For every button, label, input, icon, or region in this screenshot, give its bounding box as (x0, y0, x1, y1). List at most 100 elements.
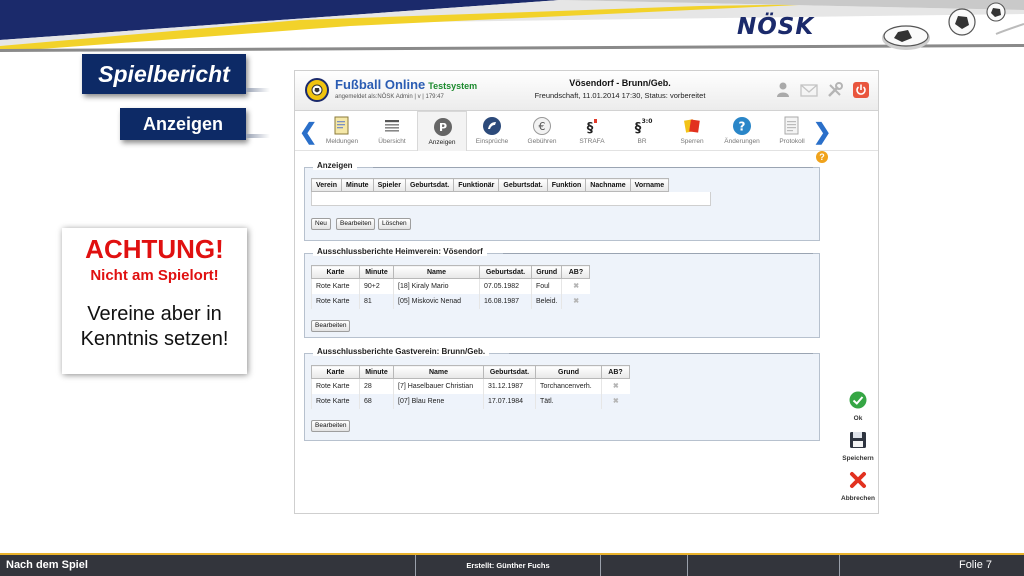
cell-karte: Rote Karte (311, 378, 360, 394)
nav-item-einsprueche[interactable]: Einsprüche (467, 111, 517, 151)
col-geburtsdat[interactable]: Geburtsdat. (479, 265, 532, 279)
nav-item-br[interactable]: § 3:0 BR (617, 111, 667, 151)
legend-line (373, 167, 813, 168)
cell-name: [7] Haselbauer Christian (393, 378, 484, 394)
save-button[interactable]: Speichern (836, 431, 880, 462)
nav-item-aenderungen[interactable]: ? Änderungen (717, 111, 767, 151)
col-grund[interactable]: Grund (530, 265, 563, 279)
nav-item-protokoll[interactable]: Protokoll (767, 111, 817, 151)
nosk-logo: NÖSK (737, 14, 815, 40)
cell-name: [07] Blau Rene (393, 393, 484, 409)
nav-item-anzeigen[interactable]: P Anzeigen (417, 111, 467, 151)
close-icon[interactable]: ✖ (561, 293, 590, 309)
footer-divider (687, 555, 688, 576)
legend-line (503, 253, 813, 254)
col-karte[interactable]: Karte (311, 265, 360, 279)
cell-minute: 28 (359, 378, 394, 394)
close-icon (850, 472, 866, 488)
close-icon[interactable]: ✖ (561, 278, 590, 294)
col-name[interactable]: Name (393, 365, 484, 379)
cell-geburtsdat: 17.07.1984 (483, 393, 536, 409)
table-header-row: Karte Minute Name Geburtsdat. Grund AB? (311, 365, 630, 379)
col-geburtsdat[interactable]: Geburtsdat. (404, 178, 455, 192)
col-funktion[interactable]: Funktion (546, 178, 587, 192)
floppy-disk-icon (850, 432, 866, 448)
heim-edit-button[interactable]: Bearbeiten (311, 320, 351, 332)
svg-text:§: § (587, 121, 594, 136)
cancel-button[interactable]: Abbrechen (836, 471, 880, 502)
title-underline-decoration (246, 88, 270, 92)
gast-legend: Ausschlussberichte Gastverein: Brunn/Geb… (313, 347, 490, 356)
cell-grund: Tätl. (535, 393, 602, 409)
anzeigen-legend: Anzeigen (313, 161, 357, 170)
col-minute[interactable]: Minute (341, 178, 374, 192)
col-minute[interactable]: Minute (359, 365, 394, 379)
save-label: Speichern (842, 455, 874, 462)
edit-button[interactable]: Bearbeiten (336, 218, 376, 230)
new-button[interactable]: Neu (311, 218, 331, 230)
nav-label: Einsprüche (475, 138, 509, 145)
col-geburtsdat[interactable]: Geburtsdat. (483, 365, 536, 379)
col-grund[interactable]: Grund (535, 365, 602, 379)
nav-item-sperren[interactable]: Sperren (667, 111, 717, 151)
paragraph-ratio-icon: § 3:0 (635, 118, 653, 136)
user-info: angemeldet als:NÖSK Admin | v | 179:47 (335, 94, 444, 100)
col-verein[interactable]: Verein (310, 178, 343, 192)
cell-minute: 90+2 (359, 278, 394, 294)
table-row[interactable]: Rote Karte 81 [05] Miskovic Nenad 16.08.… (311, 293, 590, 309)
nav-label: Meldungen (325, 138, 359, 145)
ok-button[interactable]: Ok (836, 391, 880, 422)
cell-grund: Beleid. (530, 293, 562, 309)
delete-button[interactable]: Löschen (378, 218, 411, 230)
cancel-label: Abbrechen (841, 495, 875, 502)
nav-next-icon[interactable]: ❯ (813, 119, 831, 145)
nav-item-gebuehren[interactable]: € Gebühren (517, 111, 567, 151)
col-ab[interactable]: AB? (601, 365, 630, 379)
table-row[interactable]: Rote Karte 28 [7] Haselbauer Christian 3… (311, 378, 630, 394)
app-window: Fußball Online Testsystem angemeldet als:… (294, 70, 879, 514)
footer-author: Erstellt: Günther Fuchs (466, 561, 550, 570)
col-minute[interactable]: Minute (359, 265, 394, 279)
nav-label: Anzeigen (428, 139, 456, 146)
tools-icon[interactable] (826, 81, 844, 99)
help-circle-icon: ? (733, 117, 751, 135)
gast-edit-button[interactable]: Bearbeiten (311, 420, 351, 432)
nav-prev-icon[interactable]: ❮ (299, 119, 317, 145)
col-funktionaer[interactable]: Funktionär (453, 178, 500, 192)
table-row[interactable]: Rote Karte 90+2 [18] Kiraly Mario 07.05.… (311, 278, 590, 294)
heim-legend: Ausschlussberichte Heimverein: Vösendorf (313, 247, 487, 256)
legend-line (509, 353, 813, 354)
nav-item-uebersicht[interactable]: Übersicht (367, 111, 417, 151)
svg-text:€: € (539, 120, 546, 133)
user-icon[interactable] (774, 81, 792, 99)
col-nachname[interactable]: Nachname (585, 178, 631, 192)
power-icon[interactable] (852, 81, 870, 99)
mail-icon[interactable] (800, 81, 818, 99)
cell-minute: 68 (359, 393, 394, 409)
help-icon[interactable]: ? (816, 151, 828, 163)
col-karte[interactable]: Karte (311, 365, 360, 379)
br-icon-sup: 3:0 (642, 118, 653, 125)
warning-text: Vereine aber in Kenntnis setzen! (62, 302, 247, 352)
col-spieler[interactable]: Spieler (372, 178, 406, 192)
footer-divider (600, 555, 601, 576)
subtitle-underline-decoration (246, 134, 270, 138)
col-ab[interactable]: AB? (561, 265, 591, 279)
cell-name: [05] Miskovic Nenad (393, 293, 480, 309)
close-icon[interactable]: ✖ (601, 393, 630, 409)
app-name: Fußball Online Testsystem (335, 77, 477, 92)
close-icon[interactable]: ✖ (601, 378, 630, 394)
nav-item-meldungen[interactable]: Meldungen (317, 111, 367, 151)
col-vorname[interactable]: Vorname (629, 178, 670, 192)
cell-karte: Rote Karte (311, 278, 360, 294)
col-geburtsdat-2[interactable]: Geburtsdat. (498, 178, 548, 192)
anzeigen-fieldset: Anzeigen Verein Minute Spieler Geburtsda… (304, 161, 820, 241)
col-name[interactable]: Name (393, 265, 480, 279)
appeal-icon (483, 117, 501, 135)
document-icon (334, 116, 349, 135)
nav-item-strafa[interactable]: § STRAFA (567, 111, 617, 151)
cell-grund: Torchancenverh. (535, 378, 602, 394)
checkmark-icon (849, 391, 867, 409)
cell-minute: 81 (359, 293, 394, 309)
table-row[interactable]: Rote Karte 68 [07] Blau Rene 17.07.1984 … (311, 393, 630, 409)
